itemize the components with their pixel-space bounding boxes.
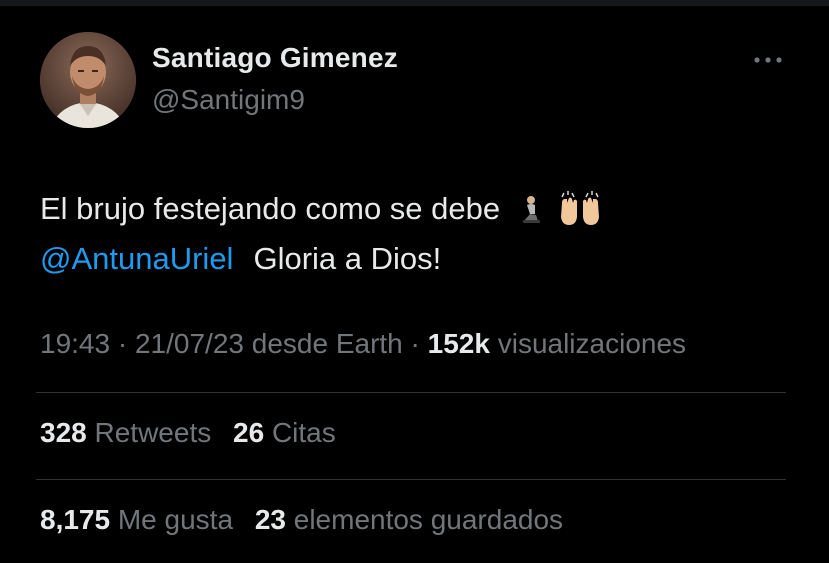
mention-link[interactable]: @AntunaUriel — [40, 234, 233, 284]
avatar[interactable] — [40, 32, 136, 128]
tweet-source: desde Earth — [251, 328, 403, 359]
tweet-text: El brujo festejando como se debe @Antuna… — [40, 184, 800, 284]
likes-label: Me gusta — [117, 504, 234, 535]
retweets-stat[interactable]: 328 Retweets — [40, 417, 219, 448]
bookmarks-count: 23 — [254, 504, 286, 535]
more-dots-icon — [754, 57, 782, 63]
tweet-date[interactable]: 21/07/23 — [135, 328, 244, 359]
tweet-text-line1: El brujo festejando como se debe — [40, 191, 501, 226]
author-handle[interactable]: @Santigim9 — [152, 84, 305, 116]
tweet-metadata: 19:43 · 21/07/23 desde Earth · 152k visu… — [40, 328, 686, 360]
tweet-line-2: @AntunaUriel Gloria a Dios! — [40, 234, 800, 284]
tweet-time[interactable]: 19:43 — [40, 328, 110, 359]
engagement-row-1: 328 Retweets 26 Citas — [40, 417, 350, 449]
retweets-count: 328 — [40, 417, 87, 448]
divider — [36, 479, 786, 480]
views-label: visualizaciones — [497, 328, 687, 359]
quotes-stat[interactable]: 26 Citas — [233, 417, 336, 448]
tweet-line-1: El brujo festejando como se debe — [40, 184, 800, 234]
quotes-count: 26 — [233, 417, 265, 448]
divider — [36, 392, 786, 393]
meta-separator: · — [117, 328, 128, 359]
quotes-label: Citas — [271, 417, 336, 448]
avatar-image — [40, 32, 136, 128]
kneeling-person-emoji-icon — [516, 193, 546, 225]
raising-hands-emoji-icon — [556, 191, 604, 227]
bookmarks-stat[interactable]: 23 elementos guardados — [255, 504, 563, 535]
more-options-button[interactable] — [750, 46, 786, 74]
author-display-name[interactable]: Santiago Gimenez — [152, 42, 398, 74]
engagement-row-2: 8,175 Me gusta 23 elementos guardados — [40, 504, 577, 536]
views-count[interactable]: 152k — [428, 328, 490, 359]
top-bar — [0, 0, 829, 6]
retweets-label: Retweets — [94, 417, 212, 448]
likes-stat[interactable]: 8,175 Me gusta — [40, 504, 241, 535]
likes-count: 8,175 — [40, 504, 111, 535]
bookmarks-label: elementos guardados — [293, 504, 564, 535]
tweet-text-line2: Gloria a Dios! — [253, 241, 442, 276]
meta-separator: · — [410, 328, 420, 359]
